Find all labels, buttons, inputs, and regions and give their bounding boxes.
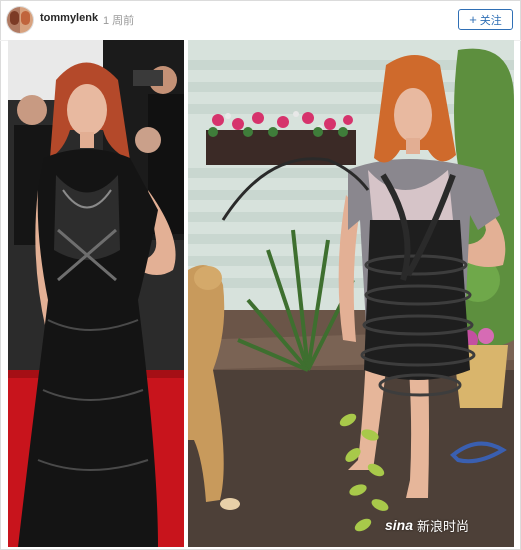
follow-label: 关注 (479, 14, 502, 27)
watermark-site-name: 新浪时尚 (417, 519, 470, 535)
sina-logo: sina (385, 517, 414, 533)
follow-button[interactable]: + 关注 (458, 9, 513, 30)
left-photo-panel (8, 40, 184, 547)
post-header: tommylenk 1 周前 + 关注 (0, 0, 521, 41)
avatar[interactable] (7, 7, 33, 33)
username[interactable]: tommylenk (40, 12, 98, 24)
plus-icon: + (469, 12, 477, 27)
right-photo-panel (188, 40, 514, 547)
post-image[interactable] (8, 40, 514, 547)
sina-watermark: sina 新浪时尚 (385, 510, 469, 540)
post-time: 1 周前 (103, 15, 135, 27)
